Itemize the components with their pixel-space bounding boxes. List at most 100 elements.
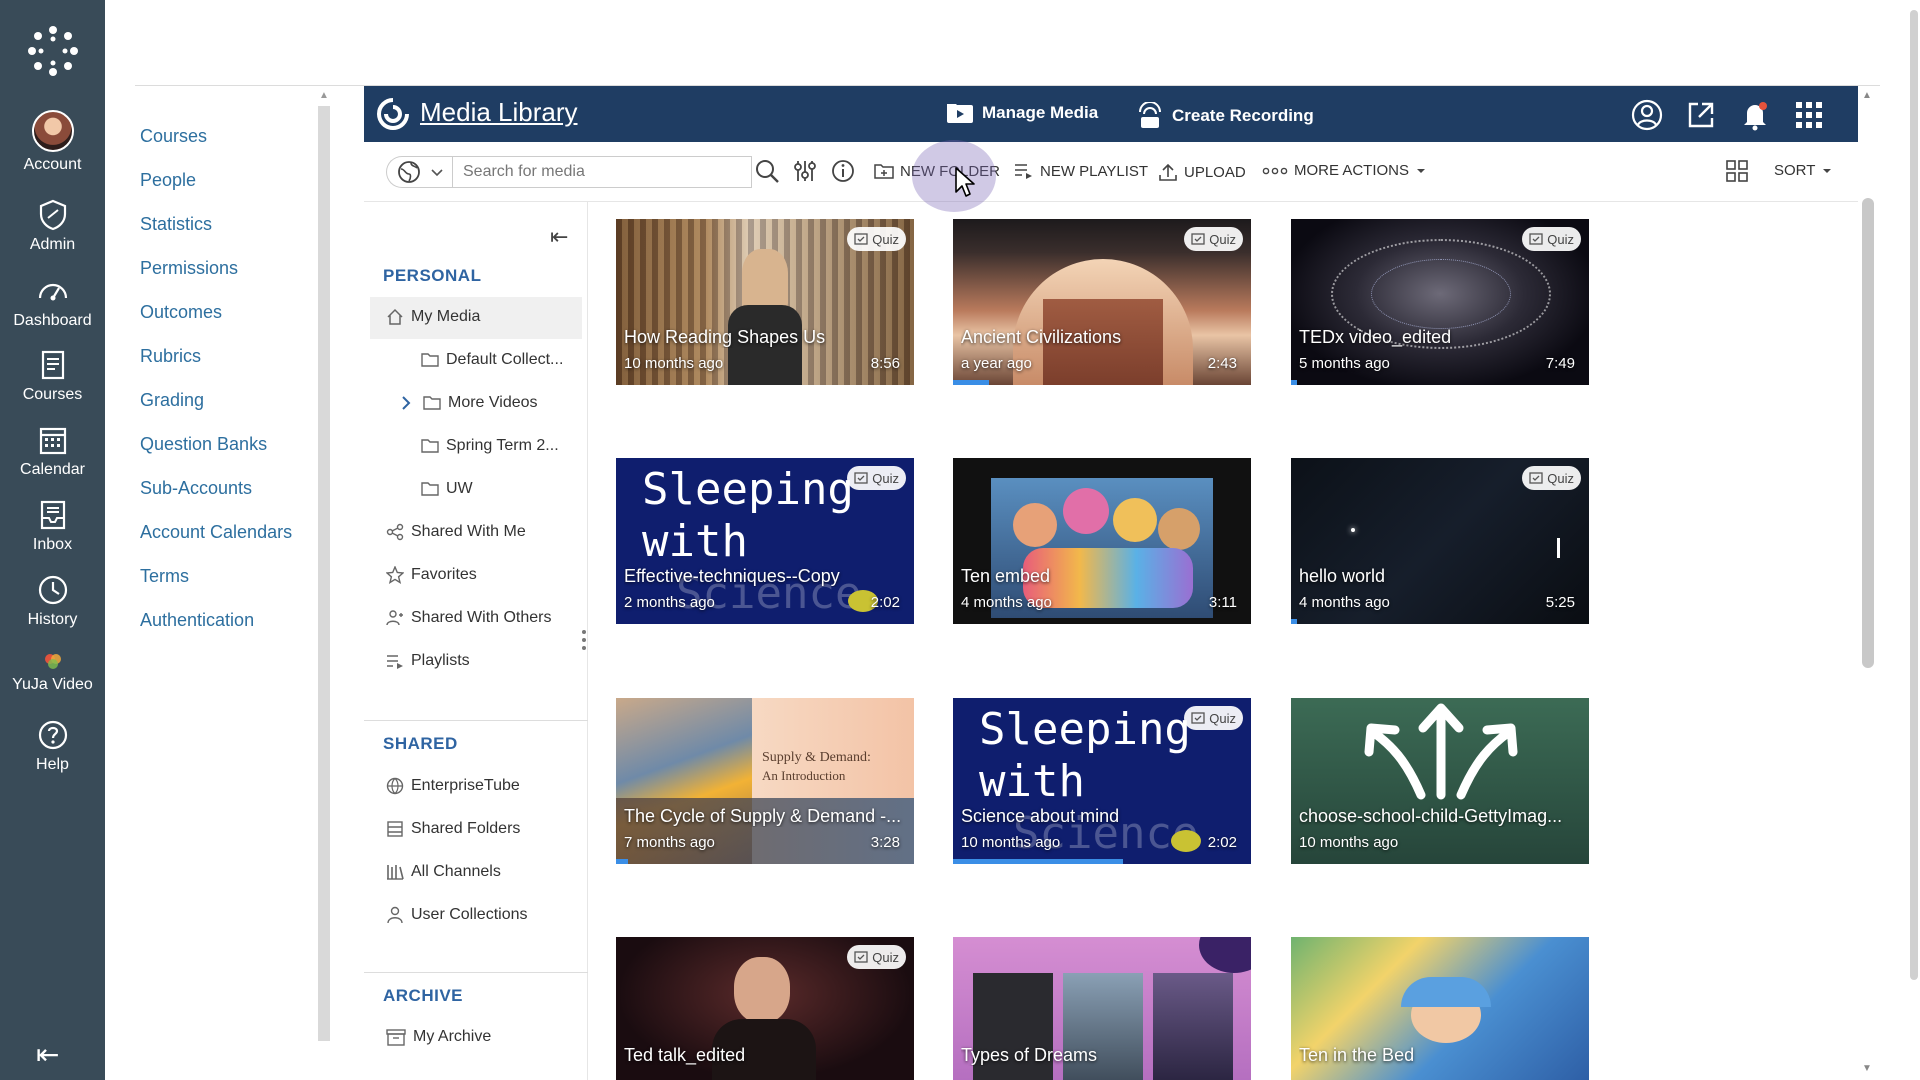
calendar-icon [39,427,66,455]
account-nav-outcomes[interactable]: Outcomes [140,294,330,338]
nav-help[interactable]: Help [0,718,105,774]
library-folder-default-collection[interactable]: Default Collect... [421,351,563,369]
library-folder-uw[interactable]: UW [421,480,473,498]
media-card[interactable]: Sleeping with Science Quiz Effective-tec… [616,458,914,624]
new-playlist-button[interactable]: NEW PLAYLIST [1014,162,1148,180]
apps-grid-icon[interactable] [1792,98,1826,132]
media-card[interactable]: choose-school-child-GettyImag... 10 mont… [1291,698,1589,864]
nav-admin[interactable]: Admin [0,198,105,254]
media-card[interactable]: Sleeping with Science Quiz Science about… [953,698,1251,864]
library-item-enterprisetube[interactable]: EnterpriseTube [386,777,520,795]
library-item-favorites[interactable]: Favorites [386,566,477,584]
sort-dropdown[interactable]: SORT [1774,162,1839,179]
grid-view-icon[interactable] [1724,158,1750,184]
media-date: 10 months ago [961,834,1061,851]
clock-icon [38,575,67,605]
nav-inbox[interactable]: Inbox [0,498,105,554]
manage-media-button[interactable]: Manage Media [946,102,1098,124]
media-duration: 2:02 [1207,834,1237,851]
library-item-my-archive[interactable]: My Archive [386,1028,491,1046]
account-nav-permissions[interactable]: Permissions [140,250,330,294]
user-profile-icon[interactable] [1630,98,1664,132]
upload-button[interactable]: UPLOAD [1158,162,1246,182]
media-title: Ted talk_edited [624,1045,746,1065]
account-nav-people[interactable]: People [140,162,330,206]
external-link-icon[interactable] [1684,98,1718,132]
library-item-playlists[interactable]: Playlists [386,652,470,670]
filter-sliders-icon[interactable] [792,158,818,184]
account-nav-account-calendars[interactable]: Account Calendars [140,514,330,558]
library-item-user-collections[interactable]: User Collections [386,906,527,924]
library-item-shared-with-me[interactable]: Shared With Me [386,523,526,541]
account-nav-scrollbar[interactable]: ▲ [316,88,332,1043]
library-folder-spring-term[interactable]: Spring Term 2... [421,437,559,455]
library-item-shared-with-others[interactable]: Shared With Others [386,609,552,627]
quiz-badge: Quiz [1184,706,1243,730]
account-nav-question-banks[interactable]: Question Banks [140,426,330,470]
media-title: How Reading Shapes Us [624,327,826,347]
scroll-up-icon[interactable]: ▲ [1862,90,1872,101]
media-duration: 3:28 [870,834,900,851]
search-input[interactable]: Search for media [452,156,752,188]
global-nav: Account Admin Dashboard Courses Calendar… [0,0,105,1080]
quiz-badge: Quiz [847,227,906,251]
nav-calendar[interactable]: Calendar [0,423,105,479]
account-nav-rubrics[interactable]: Rubrics [140,338,330,382]
media-card[interactable]: Supply & Demand: An Introduction The Cyc… [616,698,914,864]
info-icon[interactable] [830,158,856,184]
visibility-filter-dropdown[interactable] [386,156,452,188]
page-scrollbar-thumb[interactable] [1910,10,1918,980]
quiz-icon [854,951,868,963]
nav-account[interactable]: Account [0,110,105,174]
media-card[interactable]: Ten embed 4 months ago 3:11 [953,458,1251,624]
media-card[interactable]: Quiz hello world 4 months ago 5:25 [1291,458,1589,624]
thumbnail-text: Sleeping with [642,464,854,567]
playlist-icon [1015,164,1032,179]
scroll-up-icon[interactable]: ▲ [319,90,329,101]
library-folder-more-videos[interactable]: More Videos [398,394,538,412]
media-library-header: Media Library Manage Media Create Record… [364,86,1858,142]
nav-yuja-video[interactable]: YuJa Video [0,650,105,694]
media-card[interactable]: Ten in the Bed [1291,937,1589,1080]
quiz-badge: Quiz [847,945,906,969]
account-nav-authentication[interactable]: Authentication [140,602,330,646]
media-card[interactable]: Types of Dreams [953,937,1251,1080]
page-scrollbar[interactable] [1906,0,1920,1080]
account-nav-statistics[interactable]: Statistics [140,206,330,250]
account-nav-sub-accounts[interactable]: Sub-Accounts [140,470,330,514]
thumbnail-text: Supply & Demand: [762,750,871,765]
users-share-icon [386,610,403,626]
mouse-cursor-icon [955,167,975,197]
library-item-all-channels[interactable]: All Channels [386,863,501,881]
nav-courses[interactable]: Courses [0,348,105,404]
page-title[interactable]: Media Library [420,97,578,128]
library-item-my-media[interactable]: My Media [386,308,480,326]
collapse-nav-icon[interactable]: ⇤ [36,1038,59,1071]
account-nav-grading[interactable]: Grading [140,382,330,426]
account-nav-courses[interactable]: Courses [140,118,330,162]
scroll-down-icon[interactable]: ▼ [1862,1063,1872,1074]
nav-dashboard[interactable]: Dashboard [0,274,105,330]
media-card[interactable]: Quiz Ancient Civilizations a year ago 2:… [953,219,1251,385]
media-card[interactable]: Quiz How Reading Shapes Us 10 months ago… [616,219,914,385]
create-recording-button[interactable]: Create Recording [1136,102,1314,130]
account-nav-terms[interactable]: Terms [140,558,330,602]
collapse-panel-icon[interactable]: ⇤ [550,224,568,250]
media-card[interactable]: Quiz TEDx video_edited 5 months ago 7:49 [1291,219,1589,385]
section-archive-title: ARCHIVE [383,986,464,1005]
scrollbar-thumb[interactable] [1862,198,1874,668]
media-card[interactable]: Quiz Ted talk_edited [616,937,914,1080]
cabinet-icon [387,821,403,837]
speaker-figure [734,957,790,1023]
media-scrollbar[interactable]: ▲ ▼ [1858,88,1876,1080]
search-icon[interactable] [754,158,780,184]
media-date: 10 months ago [1299,834,1399,851]
canvas-logo-icon[interactable] [26,24,80,78]
more-actions-button[interactable]: MORE ACTIONS [1262,162,1433,179]
media-date: 4 months ago [961,594,1052,611]
library-item-shared-folders[interactable]: Shared Folders [386,820,520,838]
bell-icon[interactable] [1738,98,1772,132]
nav-history[interactable]: History [0,573,105,629]
chevron-right-icon[interactable] [398,395,414,411]
panel-resize-handle[interactable] [582,630,588,654]
